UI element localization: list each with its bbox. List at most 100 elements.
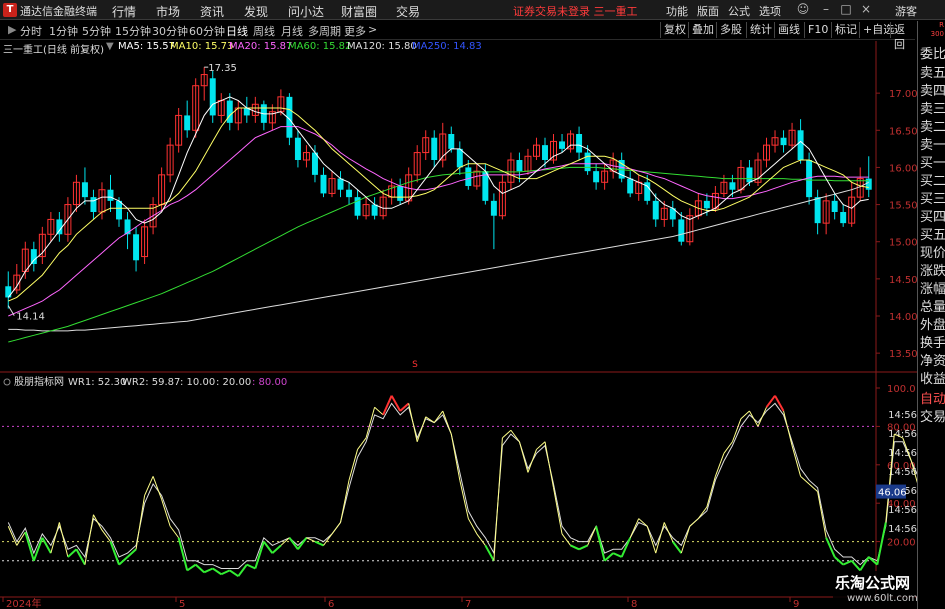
low-price-label: 14.14 — [16, 312, 45, 323]
candle-body — [116, 200, 122, 220]
wr1-segment — [570, 544, 580, 551]
wr1-segment — [84, 514, 94, 565]
side-label-auto[interactable]: 自动 — [920, 391, 945, 409]
wr1-segment — [833, 556, 844, 566]
candle-body — [465, 167, 472, 186]
side-label-outer: 外盘 — [920, 318, 945, 333]
wr1-segment — [553, 487, 563, 535]
price-tick-label: 15.00 — [889, 238, 917, 249]
high-price-label: 17.35 — [208, 63, 237, 74]
wr1-segment — [459, 480, 469, 519]
chart-canvas[interactable]: 17.00 16.50 16.00 15.50 15.00 14.50 14.00 13.50… — [0, 0, 917, 609]
wr1-segment — [118, 556, 129, 566]
wr1-segment — [374, 406, 384, 416]
candle-body — [30, 249, 37, 264]
wr1-segment — [93, 514, 103, 531]
candle-body — [320, 174, 327, 194]
wr1-segment — [229, 569, 239, 577]
wr1-segment — [697, 506, 708, 519]
candle-body — [124, 219, 131, 235]
wr1-segment — [161, 499, 171, 527]
side-label-eps: 收益 — [920, 372, 945, 387]
wr1-segment — [663, 522, 674, 542]
candle-body — [729, 182, 736, 190]
candle-body — [5, 286, 12, 298]
wr2-line — [7, 402, 917, 569]
low-price-pointer — [7, 305, 15, 316]
wr1-segment — [399, 402, 410, 412]
candle-body — [559, 141, 566, 149]
candle-body — [397, 186, 404, 201]
candle-body — [90, 197, 97, 212]
corner-r-label: R — [939, 21, 944, 29]
wr1-segment — [850, 560, 861, 572]
ma10-line — [8, 107, 869, 302]
wr1-segment — [800, 475, 810, 485]
wr1-segment — [518, 441, 529, 473]
wr1-segment — [263, 541, 274, 554]
wr1-label: WR1: 52.30 — [68, 377, 126, 388]
wr1-segment — [408, 403, 418, 442]
signal-marker: S — [412, 360, 418, 370]
wr1-segment — [578, 544, 589, 551]
side-label-bid5: 买五 — [920, 228, 945, 243]
side-label-turnover: 换手 — [920, 336, 945, 351]
price-tick-label: 16.50 — [889, 126, 917, 137]
level80-label: : 80.00 — [252, 377, 287, 388]
candle-body — [431, 137, 438, 160]
wr1-segment — [749, 410, 759, 427]
price-tick-label: 13.50 — [889, 349, 917, 360]
side-label-net-asset: 净资 — [920, 354, 945, 369]
side-label-bid4: 买四 — [920, 210, 945, 225]
wr1-segment — [680, 526, 691, 554]
time-cut-label: 14:56 — [888, 524, 917, 535]
price-tick-label: 14.00 — [889, 312, 917, 323]
side-label-ask2: 卖二 — [920, 120, 945, 135]
side-label-volume: 总量 — [920, 300, 945, 315]
wr1-segment — [288, 537, 299, 550]
side-label-ask3: 卖三 — [920, 102, 945, 117]
wr1-segment — [612, 552, 623, 558]
wr1-segment — [527, 449, 537, 473]
candle-body — [797, 130, 804, 160]
wr1-segment — [126, 548, 137, 558]
wr1-segment — [24, 531, 35, 562]
side-label-ask5: 卖五 — [920, 66, 945, 81]
x-tick-label: 8 — [631, 599, 637, 609]
price-tick-label: 14.50 — [889, 275, 917, 286]
wr1-segment — [544, 441, 555, 488]
candle-body — [780, 137, 787, 146]
wr1-segment — [706, 476, 716, 508]
wr1-segment — [212, 567, 222, 576]
candle-body — [746, 167, 753, 183]
wr1-segment — [510, 429, 520, 443]
wr1-segment — [331, 522, 341, 535]
panel-corner: R 300 — [920, 21, 944, 43]
wr1-segment — [587, 526, 597, 546]
wr1-segment — [808, 483, 818, 493]
candle-body — [490, 200, 497, 216]
x-tick-label: 5 — [179, 599, 185, 609]
quote-side-panel: R 300 委比 卖五 卖四 卖三 卖二 卖一 买一 买二 买三 买四 买五 现… — [917, 21, 945, 609]
candle-body — [840, 212, 847, 224]
site-watermark: 乐淘公式网 www.60lt.com — [833, 571, 918, 609]
candle-body — [627, 178, 634, 194]
ma20-line — [8, 126, 869, 317]
wr1-segment — [536, 441, 546, 450]
wr1-segment — [237, 564, 248, 577]
wr1-segment — [740, 410, 750, 420]
wr-current-value: 46.06 — [878, 488, 907, 499]
side-label-trade[interactable]: 交易 — [920, 409, 945, 427]
wr1-segment — [67, 548, 78, 558]
side-label-change-pct: 涨幅 — [920, 282, 945, 297]
wr1-segment — [254, 541, 265, 569]
x-tick-label: 6 — [328, 599, 334, 609]
wr1-segment — [442, 410, 452, 435]
level20-label: : 20.00 — [216, 377, 251, 388]
candle-body — [337, 178, 344, 190]
wr1-segment — [689, 518, 699, 527]
level10-label: : 10.00 — [180, 377, 215, 388]
wr1-segment — [493, 437, 503, 561]
wr1-segment — [297, 537, 308, 550]
x-tick-label: 2024年 — [6, 597, 41, 609]
